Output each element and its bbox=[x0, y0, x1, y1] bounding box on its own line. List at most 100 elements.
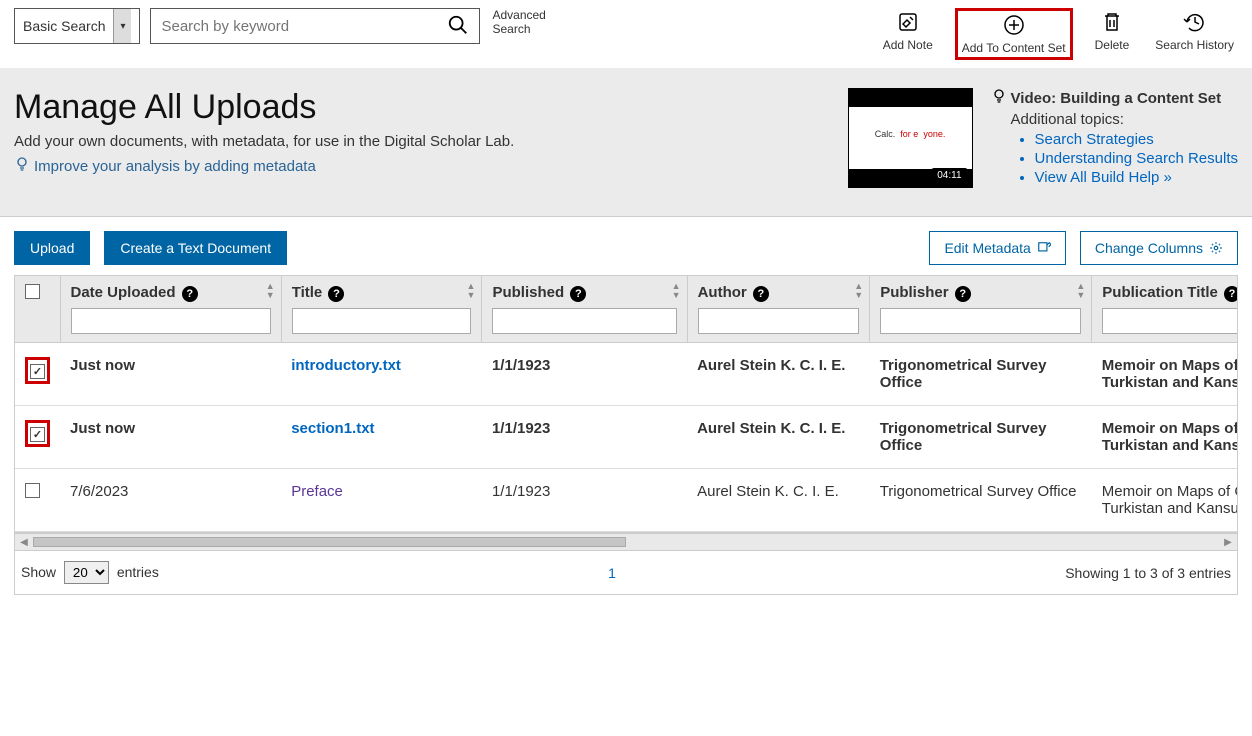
table-footer: Show 20 entries 1 Showing 1 to 3 of 3 en… bbox=[14, 551, 1238, 595]
edit-metadata-button[interactable]: Edit Metadata bbox=[929, 231, 1065, 265]
video-thumb-text: Calc. for e yone. bbox=[849, 129, 972, 139]
video-links-list: Search Strategies Understanding Search R… bbox=[1035, 131, 1238, 186]
col-author-label: Author bbox=[698, 284, 747, 301]
published-cell: 1/1/1923 bbox=[482, 343, 687, 406]
video-thumbnail[interactable]: Calc. for e yone. 04:11 bbox=[848, 88, 973, 188]
search-input[interactable] bbox=[161, 18, 447, 35]
video-link-search-results[interactable]: Understanding Search Results bbox=[1035, 150, 1238, 167]
page-number[interactable]: 1 bbox=[608, 565, 616, 581]
entries-label: entries bbox=[117, 564, 159, 580]
help-icon[interactable]: ? bbox=[570, 286, 586, 302]
change-columns-button[interactable]: Change Columns bbox=[1080, 231, 1238, 265]
help-icon[interactable]: ? bbox=[182, 286, 198, 302]
date-uploaded-cell: 7/6/2023 bbox=[60, 469, 281, 532]
horizontal-scrollbar[interactable]: ◀ ▶ bbox=[14, 533, 1238, 551]
top-bar: Basic Search ▾ Advanced Search Add Note … bbox=[0, 0, 1252, 68]
filter-date-uploaded[interactable] bbox=[71, 308, 271, 334]
col-author[interactable]: Author ? ▲▼ bbox=[687, 276, 870, 343]
col-publisher[interactable]: Publisher ? ▲▼ bbox=[870, 276, 1092, 343]
help-icon[interactable]: ? bbox=[1224, 286, 1238, 302]
video-title-text: Video: Building a Content Set bbox=[1011, 90, 1222, 107]
additional-topics-label: Additional topics: bbox=[1011, 111, 1238, 128]
scroll-left-icon[interactable]: ◀ bbox=[15, 537, 33, 548]
uploads-table-wrap: Date Uploaded ? ▲▼ Title ? ▲▼ Published … bbox=[14, 275, 1238, 533]
col-select-all bbox=[15, 276, 60, 343]
create-text-button[interactable]: Create a Text Document bbox=[104, 231, 287, 265]
row-checkbox[interactable] bbox=[30, 427, 45, 442]
add-note-button[interactable]: Add Note bbox=[879, 8, 937, 54]
author-cell: Aurel Stein K. C. I. E. bbox=[687, 469, 870, 532]
scroll-thumb[interactable] bbox=[33, 537, 626, 547]
sort-icon[interactable]: ▲▼ bbox=[1076, 282, 1085, 300]
date-uploaded-cell: Just now bbox=[60, 343, 281, 406]
row-checkbox[interactable] bbox=[30, 364, 45, 379]
help-icon[interactable]: ? bbox=[753, 286, 769, 302]
publisher-cell: Trigonometrical Survey Office bbox=[870, 406, 1092, 469]
delete-button[interactable]: Delete bbox=[1091, 8, 1134, 54]
table-row: Just nowintroductory.txt1/1/1923Aurel St… bbox=[15, 343, 1238, 406]
author-cell: Aurel Stein K. C. I. E. bbox=[687, 343, 870, 406]
table-row: 7/6/2023Preface1/1/1923Aurel Stein K. C.… bbox=[15, 469, 1238, 532]
pagination: 1 bbox=[159, 565, 1065, 581]
col-title-label: Title bbox=[292, 284, 323, 301]
header-right: Calc. for e yone. 04:11 Video: Building … bbox=[848, 88, 1238, 188]
sort-icon[interactable]: ▲▼ bbox=[854, 282, 863, 300]
col-title[interactable]: Title ? ▲▼ bbox=[281, 276, 482, 343]
row-checkbox-cell bbox=[15, 469, 60, 532]
col-pub-title[interactable]: Publication Title ? ▲▼ bbox=[1092, 276, 1238, 343]
lightbulb-icon bbox=[14, 156, 30, 176]
tip-text: Improve your analysis by adding metadata bbox=[34, 158, 316, 175]
publisher-cell: Trigonometrical Survey Office bbox=[870, 343, 1092, 406]
title-cell[interactable]: section1.txt bbox=[281, 406, 482, 469]
date-uploaded-cell: Just now bbox=[60, 406, 281, 469]
row-checkbox[interactable] bbox=[25, 483, 40, 498]
title-cell[interactable]: Preface bbox=[281, 469, 482, 532]
video-link-view-all[interactable]: View All Build Help » bbox=[1035, 169, 1238, 186]
search-icon[interactable] bbox=[447, 14, 469, 39]
select-all-checkbox[interactable] bbox=[25, 284, 40, 299]
lightbulb-icon bbox=[991, 88, 1007, 108]
add-to-set-label: Add To Content Set bbox=[962, 41, 1066, 55]
show-entries: Show 20 entries bbox=[21, 561, 159, 584]
page-size-select[interactable]: 20 bbox=[64, 561, 109, 584]
edit-metadata-label: Edit Metadata bbox=[944, 240, 1030, 256]
published-cell: 1/1/1923 bbox=[482, 406, 687, 469]
change-columns-label: Change Columns bbox=[1095, 240, 1203, 256]
col-publisher-label: Publisher bbox=[880, 284, 948, 301]
add-note-label: Add Note bbox=[883, 38, 933, 52]
video-link-strategies[interactable]: Search Strategies bbox=[1035, 131, 1238, 148]
filter-author[interactable] bbox=[698, 308, 860, 334]
help-icon[interactable]: ? bbox=[955, 286, 971, 302]
upload-button[interactable]: Upload bbox=[14, 231, 90, 265]
col-published[interactable]: Published ? ▲▼ bbox=[482, 276, 687, 343]
help-icon[interactable]: ? bbox=[328, 286, 344, 302]
col-date-uploaded[interactable]: Date Uploaded ? ▲▼ bbox=[60, 276, 281, 343]
search-history-button[interactable]: Search History bbox=[1151, 8, 1238, 54]
filter-pub-title[interactable] bbox=[1102, 308, 1238, 334]
author-cell: Aurel Stein K. C. I. E. bbox=[687, 406, 870, 469]
sort-icon[interactable]: ▲▼ bbox=[467, 282, 476, 300]
filter-title[interactable] bbox=[292, 308, 472, 334]
right-buttons: Edit Metadata Change Columns bbox=[929, 231, 1238, 265]
uploads-table: Date Uploaded ? ▲▼ Title ? ▲▼ Published … bbox=[15, 276, 1238, 532]
advanced-search-link[interactable]: Advanced Search bbox=[492, 8, 545, 37]
scroll-right-icon[interactable]: ▶ bbox=[1219, 537, 1237, 548]
add-to-content-set-button[interactable]: Add To Content Set bbox=[955, 8, 1073, 60]
metadata-tip-link[interactable]: Improve your analysis by adding metadata bbox=[14, 156, 828, 176]
delete-label: Delete bbox=[1095, 38, 1130, 52]
published-cell: 1/1/1923 bbox=[482, 469, 687, 532]
sort-icon[interactable]: ▲▼ bbox=[266, 282, 275, 300]
video-info: Video: Building a Content Set Additional… bbox=[991, 88, 1238, 188]
filter-publisher[interactable] bbox=[880, 308, 1081, 334]
title-cell[interactable]: introductory.txt bbox=[281, 343, 482, 406]
search-type-select[interactable]: Basic Search ▾ bbox=[14, 8, 140, 44]
scroll-track[interactable] bbox=[33, 534, 1219, 550]
row-checkbox-cell bbox=[15, 343, 60, 406]
search-box bbox=[150, 8, 480, 44]
sort-icon[interactable]: ▲▼ bbox=[672, 282, 681, 300]
show-label: Show bbox=[21, 564, 56, 580]
video-duration: 04:11 bbox=[931, 168, 967, 183]
col-published-label: Published bbox=[492, 284, 564, 301]
filter-published[interactable] bbox=[492, 308, 676, 334]
content-area: Upload Create a Text Document Edit Metad… bbox=[0, 217, 1252, 609]
